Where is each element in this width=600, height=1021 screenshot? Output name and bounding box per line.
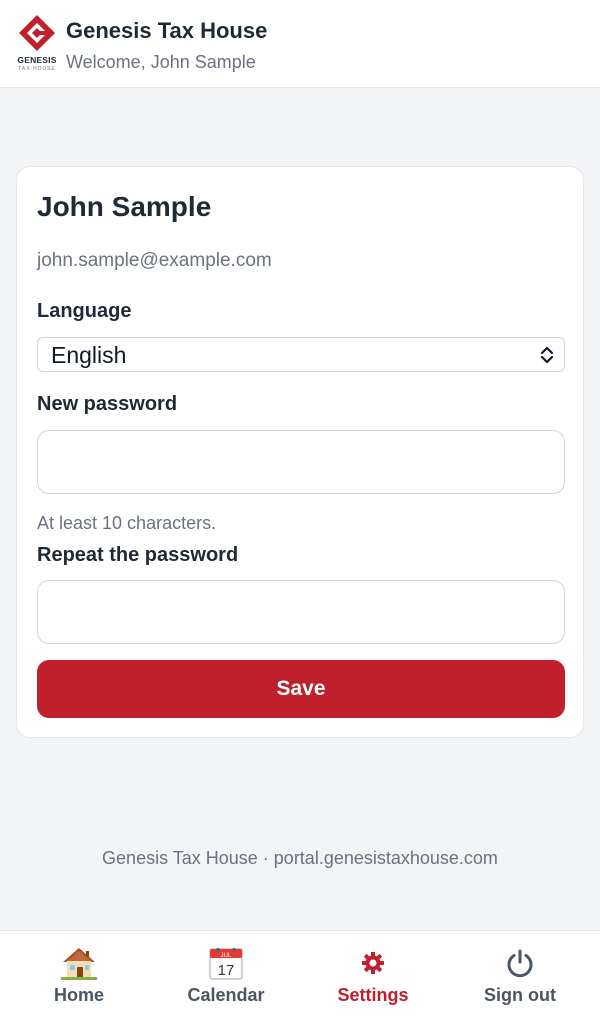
language-label: Language bbox=[37, 300, 132, 322]
brand-logo: GENESIS TAX HOUSE bbox=[14, 14, 60, 74]
repeat-password-field[interactable] bbox=[37, 580, 565, 644]
power-icon bbox=[445, 945, 595, 981]
settings-card: John Sample john.sample@example.com Lang… bbox=[16, 166, 584, 738]
app-header: GENESIS TAX HOUSE Genesis Tax House Welc… bbox=[0, 0, 600, 88]
gear-icon bbox=[298, 945, 448, 981]
nav-label-sign-out: Sign out bbox=[484, 985, 556, 1005]
nav-item-sign-out[interactable]: Sign out bbox=[445, 931, 595, 1021]
calendar-icon: JUL 17 bbox=[151, 945, 301, 981]
logo-mark-icon bbox=[19, 15, 55, 51]
repeat-password-label: Repeat the password bbox=[37, 544, 239, 566]
language-select[interactable]: English bbox=[37, 337, 565, 372]
profile-name: John Sample bbox=[37, 191, 212, 222]
nav-item-settings[interactable]: Settings bbox=[298, 931, 448, 1021]
save-button[interactable]: Save bbox=[37, 660, 565, 718]
new-password-label: New password bbox=[37, 393, 178, 415]
logo-wordmark: GENESIS bbox=[17, 55, 57, 65]
calendar-month: JUL bbox=[221, 953, 232, 959]
house-icon bbox=[4, 945, 154, 981]
profile-email: john.sample@example.com bbox=[37, 250, 272, 271]
nav-label-calendar: Calendar bbox=[187, 985, 265, 1005]
welcome-text: Welcome, John Sample bbox=[66, 52, 256, 72]
logo-subtitle: TAX HOUSE bbox=[18, 66, 56, 72]
new-password-field[interactable] bbox=[37, 430, 565, 494]
password-hint: At least 10 characters. bbox=[37, 513, 217, 533]
nav-label-settings: Settings bbox=[337, 985, 409, 1005]
nav-item-calendar[interactable]: JUL 17 Calendar bbox=[151, 931, 301, 1021]
app-title: Genesis Tax House bbox=[66, 18, 268, 43]
calendar-day: 17 bbox=[218, 962, 235, 979]
nav-item-home[interactable]: Home bbox=[4, 931, 154, 1021]
nav-label-home: Home bbox=[53, 985, 104, 1005]
chevron-up-down-icon bbox=[540, 346, 554, 364]
language-select-value: English bbox=[51, 342, 127, 368]
page-footer: Genesis Tax House · portal.genesistaxhou… bbox=[102, 848, 498, 868]
bottom-nav: Home JUL 17 Calendar Settings Sign out bbox=[0, 930, 600, 1021]
